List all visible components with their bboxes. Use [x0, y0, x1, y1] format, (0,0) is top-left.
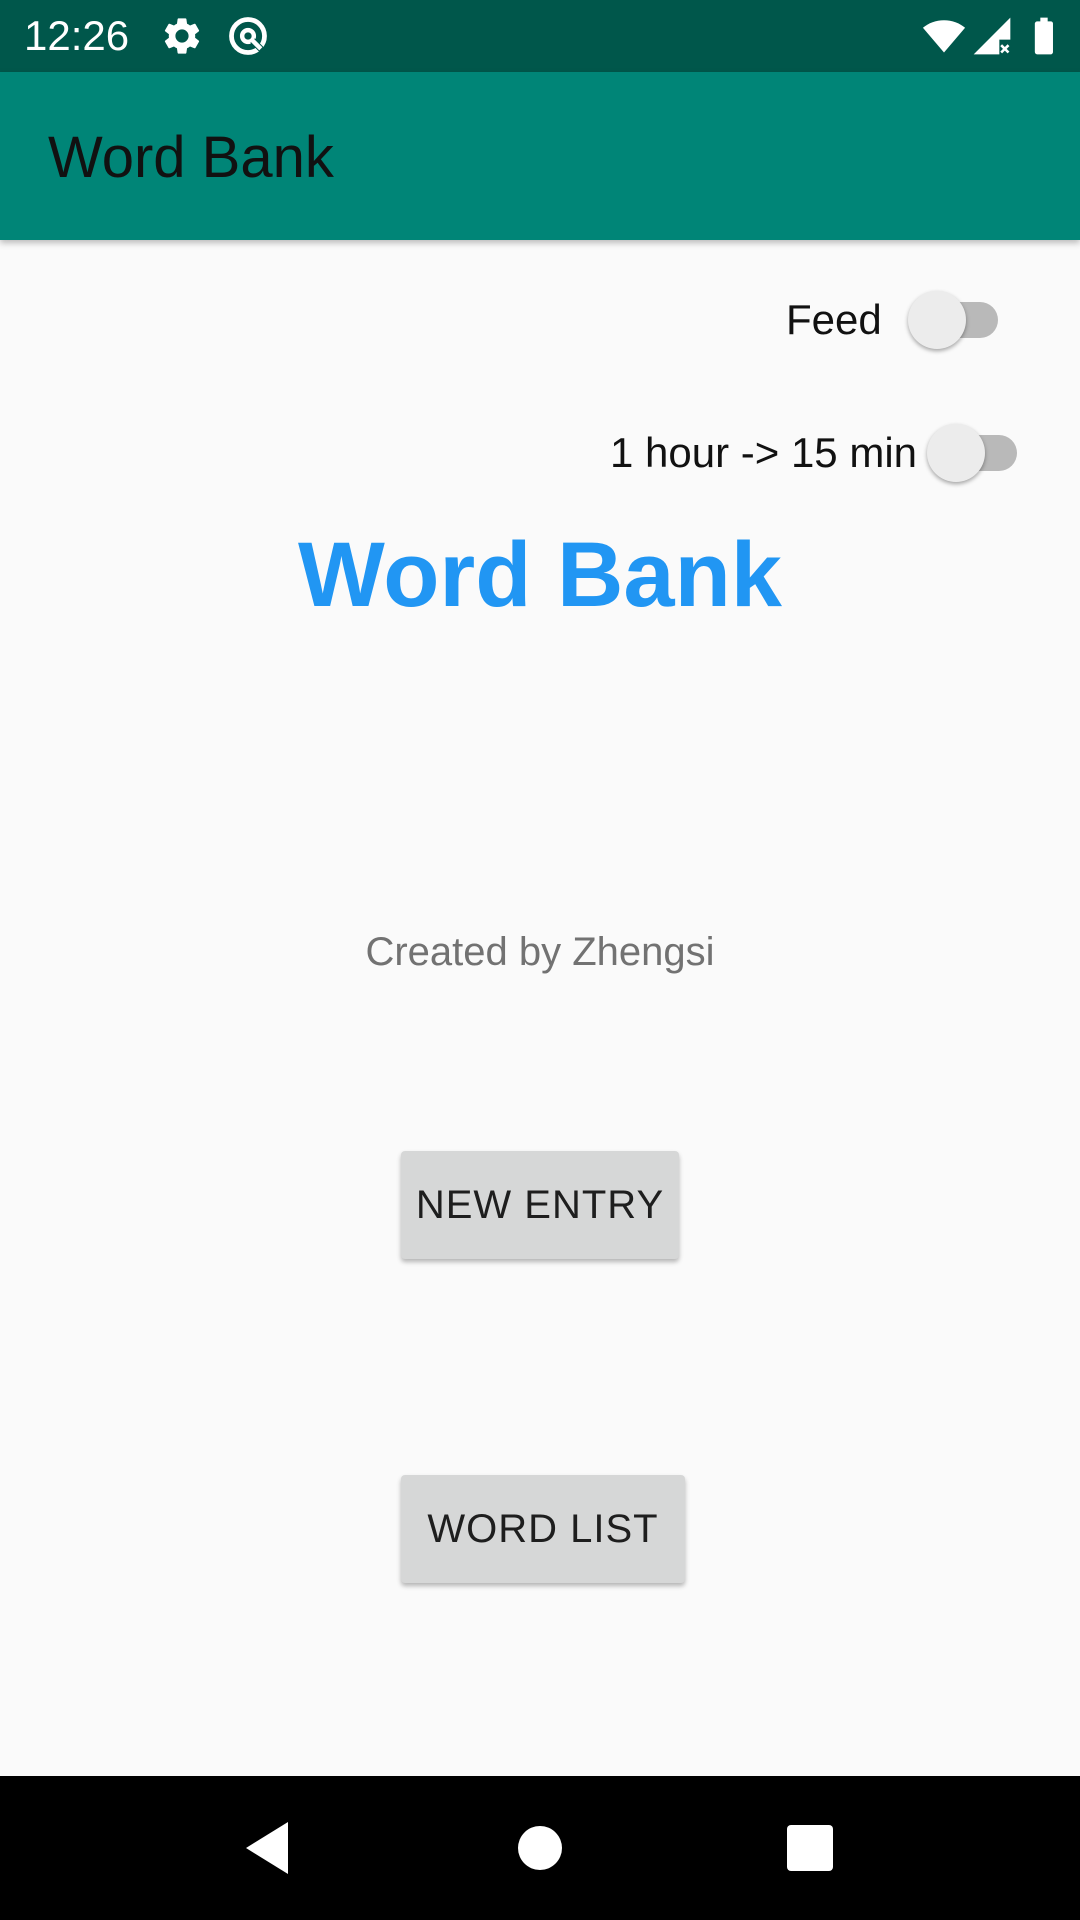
data-saver-icon [226, 14, 270, 58]
credit-text: Created by Zhengsi [365, 930, 715, 974]
cell-signal-icon [970, 14, 1014, 58]
feed-switch[interactable] [907, 290, 1004, 350]
home-icon[interactable] [492, 1800, 588, 1896]
settings-icon [160, 14, 204, 58]
main-title: Word Bank [298, 524, 782, 626]
feed-switch-label: Feed [786, 296, 882, 343]
battery-icon [1022, 14, 1066, 58]
back-icon[interactable] [220, 1800, 316, 1896]
app-bar: Word Bank [0, 72, 1080, 240]
status-bar: 12:26 [0, 0, 1080, 72]
interval-switch-thumb [927, 424, 986, 482]
recents-icon[interactable] [762, 1800, 858, 1896]
interval-switch-row: 1 hour -> 15 min [610, 423, 1023, 483]
word-list-button[interactable]: WORD LIST [401, 1475, 685, 1583]
navigation-bar [0, 1776, 1080, 1920]
interval-switch-label: 1 hour -> 15 min [610, 429, 918, 476]
feed-switch-row: Feed [786, 290, 1004, 350]
app-title: Word Bank [48, 125, 334, 190]
new-entry-button[interactable]: NEW ENTRY [401, 1151, 679, 1259]
status-time: 12:26 [24, 12, 130, 59]
feed-switch-thumb [907, 291, 966, 349]
interval-switch[interactable] [927, 423, 1023, 483]
wifi-icon [922, 14, 966, 58]
